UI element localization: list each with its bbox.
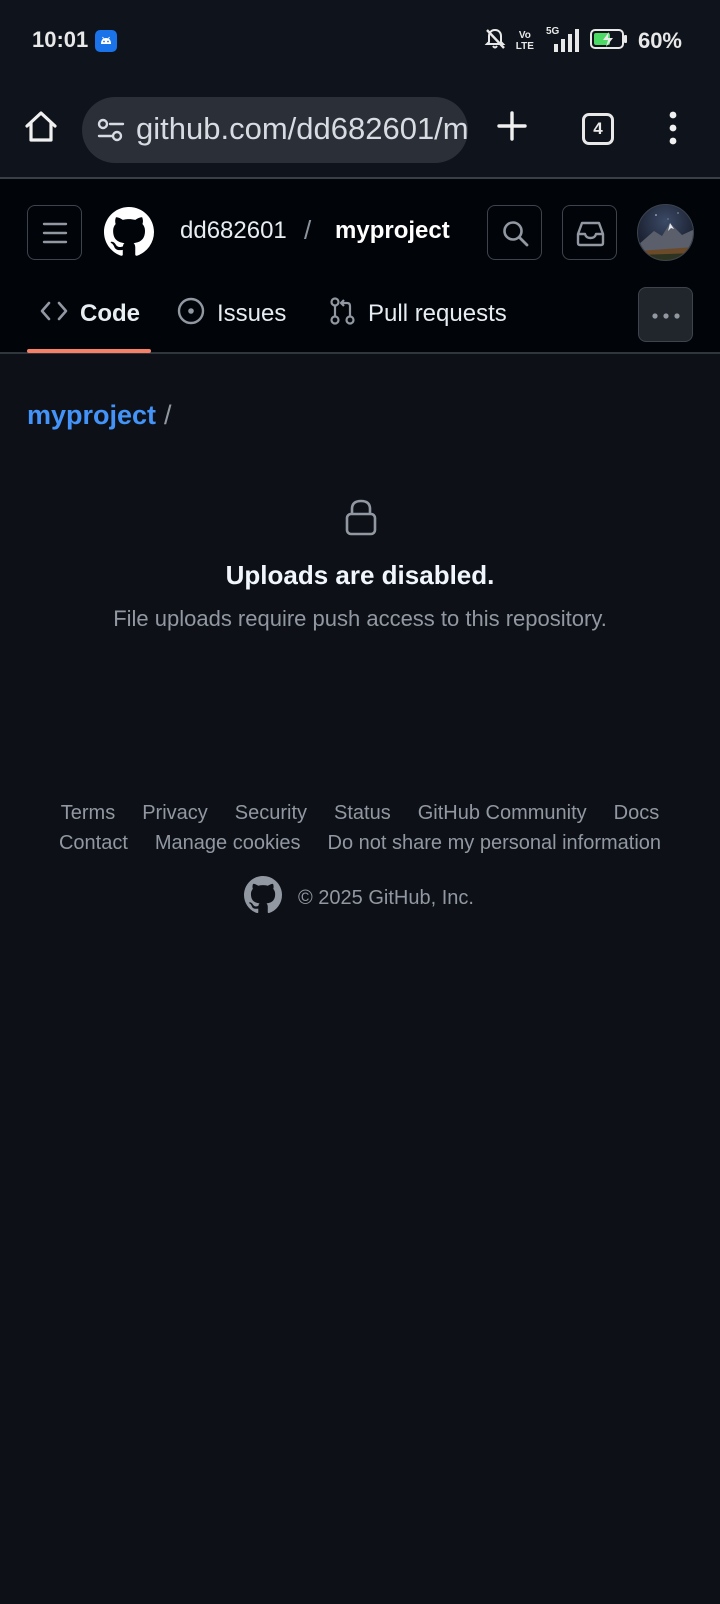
notifications-inbox-button[interactable] (562, 205, 617, 260)
new-tab-icon[interactable] (496, 110, 528, 147)
footer-link-do-not-share[interactable]: Do not share my personal information (328, 832, 662, 855)
code-icon (40, 300, 68, 329)
tab-code-label: Code (80, 300, 140, 327)
footer-link-contact[interactable]: Contact (59, 832, 128, 855)
footer-copyright: © 2025 GitHub, Inc. (244, 876, 474, 920)
status-time: 10:01 (32, 27, 89, 52)
copyright-text: © 2025 GitHub, Inc. (298, 886, 474, 909)
path-separator: / (304, 215, 312, 245)
footer-links-row-2: Contact Manage cookies Do not share my p… (0, 832, 720, 855)
user-avatar[interactable] (637, 204, 694, 261)
repo-owner-link[interactable]: dd682601 (180, 217, 287, 245)
android-app-icon (95, 30, 117, 52)
repo-name-link[interactable]: myproject (335, 217, 450, 245)
overflow-menu-icon[interactable] (668, 111, 678, 150)
github-header: dd682601 / myproject Code Issues Pull re… (0, 179, 720, 354)
blankslate-description: File uploads require push access to this… (113, 606, 607, 631)
breadcrumb: myproject / (27, 400, 172, 431)
tab-issues[interactable]: Issues (177, 279, 286, 349)
breadcrumb-repo-link[interactable]: myproject (27, 400, 156, 430)
github-mark-icon[interactable] (104, 207, 154, 262)
tab-pull-requests-label: Pull requests (368, 300, 507, 327)
issue-opened-icon (177, 297, 205, 332)
lock-icon (344, 498, 378, 541)
footer-link-terms[interactable]: Terms (61, 802, 115, 825)
blankslate-title: Uploads are disabled. (225, 560, 495, 590)
github-footer-mark-icon[interactable] (244, 876, 282, 920)
footer-link-community[interactable]: GitHub Community (418, 802, 587, 825)
footer-links-row-1: Terms Privacy Security Status GitHub Com… (0, 802, 720, 825)
site-settings-icon[interactable] (96, 117, 126, 148)
browser-toolbar: github.com/dd682601/myproject/upload 4 (0, 84, 720, 179)
status-bar: 10:01 Vo LTE 5G 60% (0, 0, 720, 84)
address-bar[interactable]: github.com/dd682601/myproject/upload (82, 97, 468, 163)
volte-indicator: Vo LTE (516, 30, 534, 52)
global-nav-menu-button[interactable] (27, 205, 82, 260)
url-text[interactable]: github.com/dd682601/myproject/upload (136, 111, 468, 147)
battery-percentage: 60% (637, 28, 682, 53)
network-type-label: 5G (545, 26, 560, 37)
search-button[interactable] (487, 205, 542, 260)
home-icon[interactable] (24, 110, 58, 144)
footer-link-manage-cookies[interactable]: Manage cookies (155, 832, 301, 855)
notifications-muted-icon (484, 27, 506, 56)
footer-link-docs[interactable]: Docs (614, 802, 660, 825)
footer-link-status[interactable]: Status (334, 802, 391, 825)
more-tabs-button[interactable] (638, 287, 693, 342)
breadcrumb-separator: / (164, 400, 172, 430)
footer-link-security[interactable]: Security (235, 802, 307, 825)
tab-switcher-button[interactable]: 4 (582, 113, 614, 145)
git-pull-request-icon (330, 296, 356, 332)
battery-charging-icon (589, 28, 628, 55)
selected-tab-indicator (27, 349, 151, 353)
mountain-avatar-image (638, 212, 693, 260)
tab-issues-label: Issues (217, 300, 287, 327)
volte-bottom-label: LTE (515, 41, 534, 52)
repo-nav-tabs: Code Issues Pull requests (0, 279, 720, 354)
tab-pull-requests[interactable]: Pull requests (330, 279, 507, 349)
volte-top-label: Vo (518, 30, 531, 41)
footer-link-privacy[interactable]: Privacy (142, 802, 208, 825)
signal-5g-icon: 5G (544, 26, 580, 54)
tab-code[interactable]: Code (40, 279, 140, 349)
